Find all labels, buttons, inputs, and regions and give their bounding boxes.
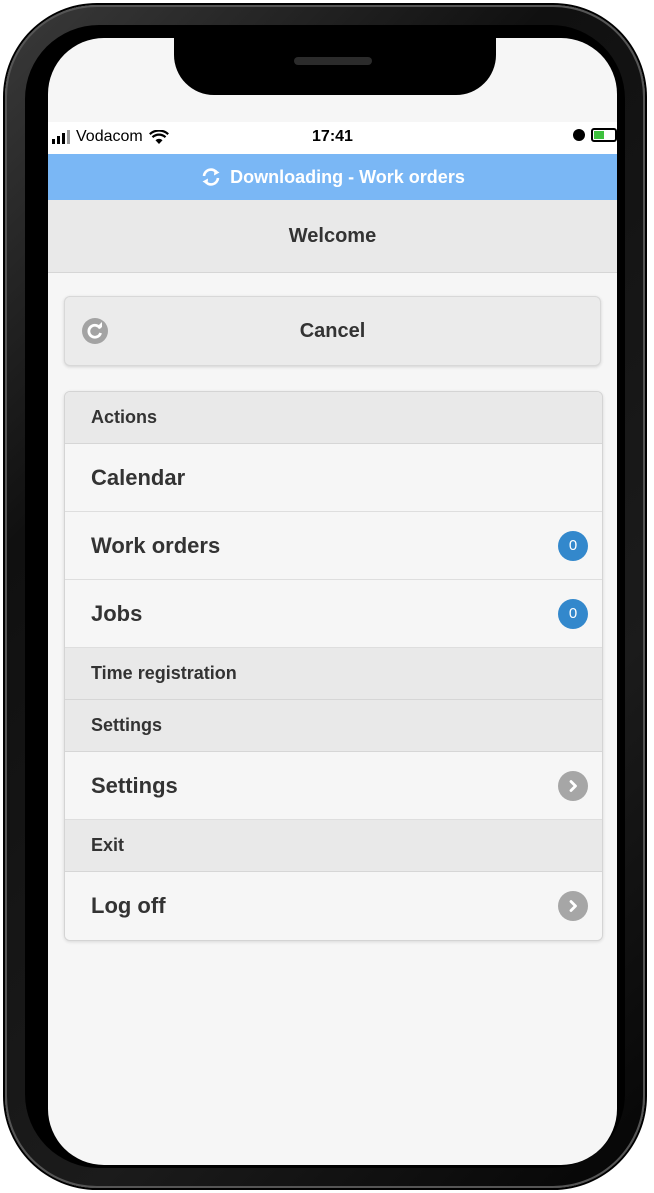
divider-settings-label: Settings: [91, 715, 163, 735]
banner-text: Downloading - Work orders: [230, 166, 465, 187]
divider-exit-label: Exit: [91, 835, 125, 855]
notch: [174, 38, 496, 95]
cancel-label: Cancel: [299, 319, 366, 342]
page-header: Welcome: [48, 200, 617, 273]
menu-item-work-orders[interactable]: Work orders 0: [65, 512, 602, 580]
menu-item-calendar[interactable]: Calendar: [65, 444, 602, 512]
alarm-icon: [573, 129, 585, 141]
chevron-right-icon: [558, 770, 588, 801]
jobs-count-badge: 0: [558, 598, 588, 629]
sync-icon: [202, 168, 220, 186]
battery-level: [594, 131, 604, 139]
status-bar: Vodacom 17:41: [48, 122, 617, 154]
divider-time-registration-label: Time registration: [91, 663, 237, 683]
status-time: 17:41: [312, 128, 353, 145]
divider-time-registration: Time registration: [65, 648, 602, 700]
menu-item-calendar-label: Calendar: [91, 464, 186, 490]
screen: Vodacom 17:41 Downloading - Work orders …: [48, 38, 617, 1165]
menu-item-settings[interactable]: Settings: [65, 752, 602, 820]
divider-exit: Exit: [65, 820, 602, 872]
speaker-grille: [294, 57, 372, 65]
divider-actions-label: Actions: [91, 407, 158, 427]
divider-actions: Actions: [65, 392, 602, 444]
download-banner: Downloading - Work orders: [48, 154, 617, 200]
page-title: Welcome: [288, 224, 377, 247]
work-orders-count-badge: 0: [558, 530, 588, 561]
menu-item-jobs[interactable]: Jobs 0: [65, 580, 602, 648]
refresh-icon: [82, 318, 108, 344]
menu-item-log-off-label: Log off: [91, 893, 166, 918]
divider-settings: Settings: [65, 700, 602, 752]
cancel-button[interactable]: Cancel: [64, 296, 601, 366]
menu-item-log-off[interactable]: Log off: [65, 872, 602, 940]
battery-icon: [591, 128, 617, 142]
menu-item-jobs-label: Jobs: [91, 600, 143, 626]
status-right: [573, 128, 617, 142]
menu-item-settings-label: Settings: [91, 772, 178, 798]
menu-list: Actions Calendar Work orders 0 Jobs 0 Ti…: [64, 391, 603, 941]
chevron-right-icon: [558, 891, 588, 921]
menu-item-work-orders-label: Work orders: [91, 532, 221, 558]
